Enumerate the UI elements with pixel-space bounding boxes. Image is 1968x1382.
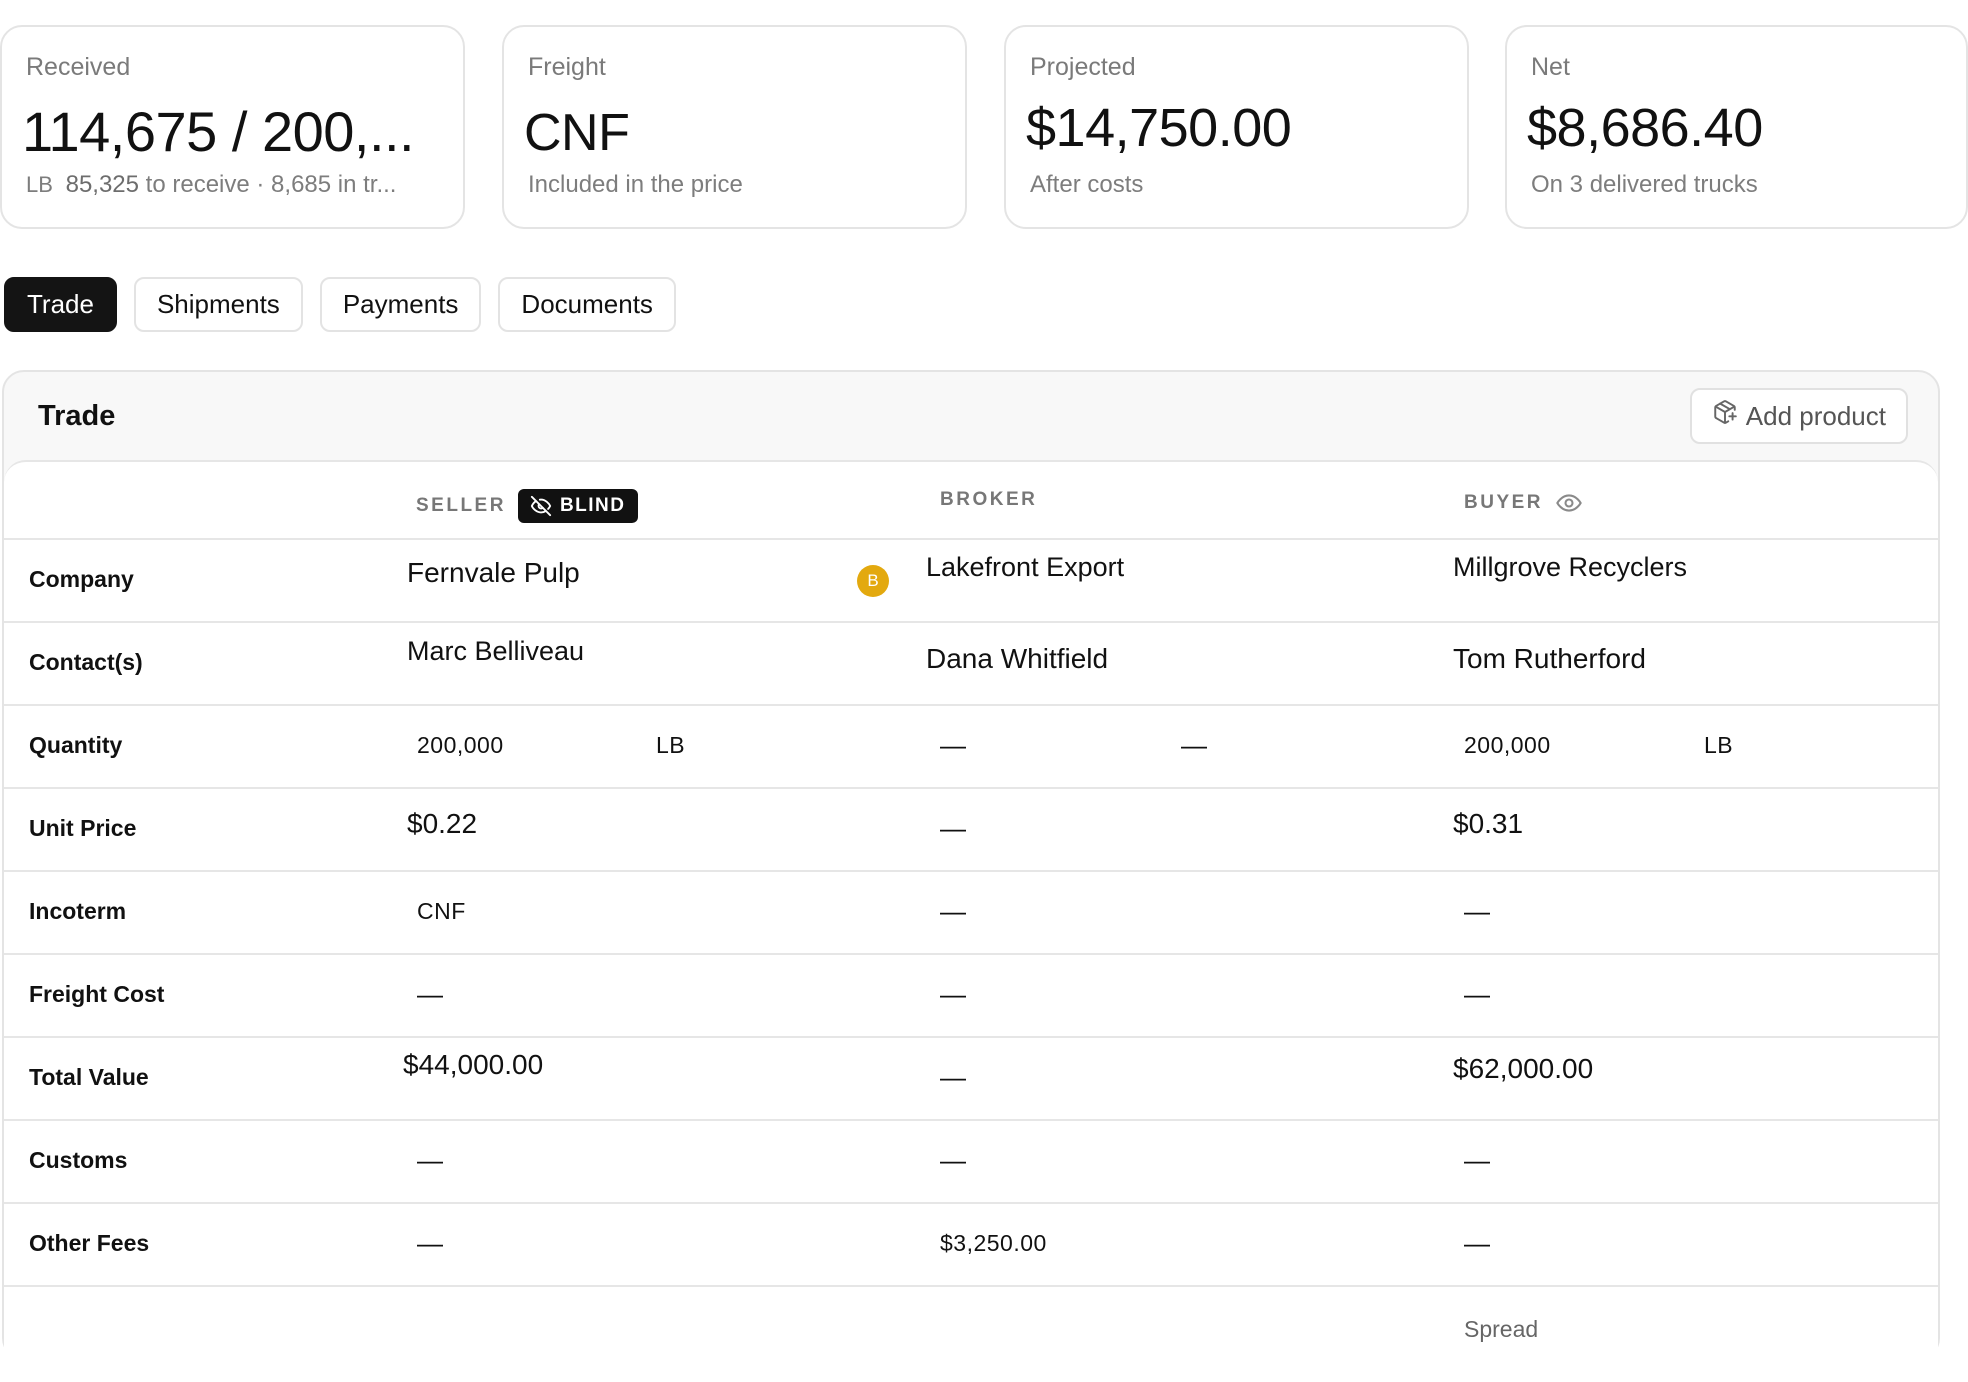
buyer-company[interactable]: Millgrove Recyclers [1453,552,1687,583]
buyer-quantity[interactable]: 200,000 [1464,732,1551,759]
row-label-customs: Customs [29,1147,128,1173]
buyer-contact[interactable]: Tom Rutherford [1453,643,1646,675]
broker-column-header: BROKER [940,489,1038,510]
received-label: Received [26,53,131,81]
row-label-total-value: Total Value [29,1064,149,1090]
seller-company[interactable]: Fernvale Pulp [407,557,580,589]
buyer-header-label: BUYER [1464,492,1544,513]
tab-documents[interactable]: Documents [498,277,676,332]
broker-unit-price[interactable]: — [940,813,966,844]
broker-incoterm[interactable]: — [940,896,966,927]
blind-badge[interactable]: BLIND [517,489,638,523]
row-unit-price: Unit Price $0.22 — $0.31 [4,788,1938,872]
broker-freight-cost[interactable]: — [940,979,966,1010]
row-label-company: Company [29,566,134,592]
row-label-unit-price: Unit Price [29,815,137,841]
seller-incoterm[interactable]: CNF [417,898,466,925]
seller-quantity-unit[interactable]: LB [656,732,685,759]
row-company: Company Fernvale Pulp B Lakefront Export… [4,539,1938,623]
projected-sub: After costs [1030,171,1144,198]
net-value: $8,686.40 [1527,98,1763,158]
blind-badge-label: BLIND [559,495,626,516]
row-label-freight-cost: Freight Cost [29,981,165,1007]
row-other-fees: Other Fees — $3,250.00 — [4,1203,1938,1287]
spread-label: Spread [1464,1316,1539,1342]
buyer-column-header: BUYER [1464,489,1583,517]
row-label-other-fees: Other Fees [29,1230,150,1256]
freight-label: Freight [528,53,606,81]
row-quantity: Quantity 200,000 LB — — 200,000 LB [4,705,1938,789]
projected-card: Projected $14,750.00 After costs [1004,25,1469,229]
freight-card: Freight CNF Included in the price [502,25,967,229]
broker-other-fees[interactable]: $3,250.00 [940,1230,1047,1257]
tab-payments[interactable]: Payments [319,277,482,332]
panel-title: Trade [38,400,116,432]
projected-label: Projected [1030,53,1136,81]
net-sub: On 3 delivered trucks [1531,171,1758,198]
tab-bar: Trade Shipments Payments Documents [4,277,676,332]
broker-avatar: B [857,565,889,597]
row-label-contacts: Contact(s) [29,649,143,675]
broker-contact[interactable]: Dana Whitfield [926,643,1108,675]
seller-column-header: SELLER BLIND [416,489,638,523]
table-header: SELLER BLIND BROKER BUYER [4,462,1938,540]
seller-total-value[interactable]: $44,000.00 [403,1049,543,1081]
broker-customs[interactable]: — [940,1145,966,1176]
received-sub: LB 85,325 to receive · 8,685 in tr... [26,171,396,199]
buyer-other-fees[interactable]: — [1464,1228,1490,1259]
buyer-total-value[interactable]: $62,000.00 [1453,1053,1593,1085]
eye-off-icon [530,495,552,517]
net-label: Net [1531,53,1570,81]
seller-unit-price[interactable]: $0.22 [407,808,477,840]
seller-other-fees[interactable]: — [417,1228,443,1259]
broker-total-value[interactable]: — [940,1062,966,1093]
projected-value: $14,750.00 [1026,98,1292,158]
seller-header-label: SELLER [416,495,506,516]
tab-trade[interactable]: Trade [4,277,117,332]
received-card: Received 114,675 / 200,... LB 85,325 to … [0,25,465,229]
trade-table: SELLER BLIND BROKER BUYER Company Fernva… [4,460,1938,1382]
received-sub-text: to receive · 8,685 in tr... [145,171,397,198]
buyer-unit-price[interactable]: $0.31 [1453,808,1523,840]
freight-value: CNF [524,104,630,162]
received-unit: LB [26,172,53,197]
buyer-incoterm[interactable]: — [1464,896,1490,927]
seller-quantity[interactable]: 200,000 [417,732,504,759]
seller-contact[interactable]: Marc Belliveau [407,636,584,667]
seller-freight-cost[interactable]: — [417,979,443,1010]
buyer-freight-cost[interactable]: — [1464,979,1490,1010]
add-product-label: Add product [1745,401,1886,431]
row-customs: Customs — — — [4,1120,1938,1204]
row-total-value: Total Value $44,000.00 — $62,000.00 [4,1037,1938,1121]
eye-icon[interactable] [1555,489,1583,517]
trade-panel: Trade Add product SELLER BLIND BROKER BU… [2,370,1940,1382]
tab-shipments[interactable]: Shipments [133,277,303,332]
net-card: Net $8,686.40 On 3 delivered trucks [1505,25,1968,229]
broker-quantity-unit[interactable]: — [1181,730,1207,761]
seller-customs[interactable]: — [417,1145,443,1176]
row-freight-cost: Freight Cost — — — [4,954,1938,1038]
received-value: 114,675 / 200,... [22,100,415,163]
row-label-incoterm: Incoterm [29,898,127,924]
row-contacts: Contact(s) Marc Belliveau Dana Whitfield… [4,622,1938,706]
row-label-quantity: Quantity [29,732,123,758]
row-incoterm: Incoterm CNF — — [4,871,1938,955]
received-to-receive-qty: 85,325 [65,171,139,198]
broker-company[interactable]: Lakefront Export [926,552,1124,583]
broker-quantity[interactable]: — [940,730,966,761]
package-plus-icon [1712,390,1738,442]
buyer-quantity-unit[interactable]: LB [1704,732,1733,759]
add-product-button[interactable]: Add product [1689,388,1908,444]
buyer-customs[interactable]: — [1464,1145,1490,1176]
freight-sub: Included in the price [528,171,743,198]
